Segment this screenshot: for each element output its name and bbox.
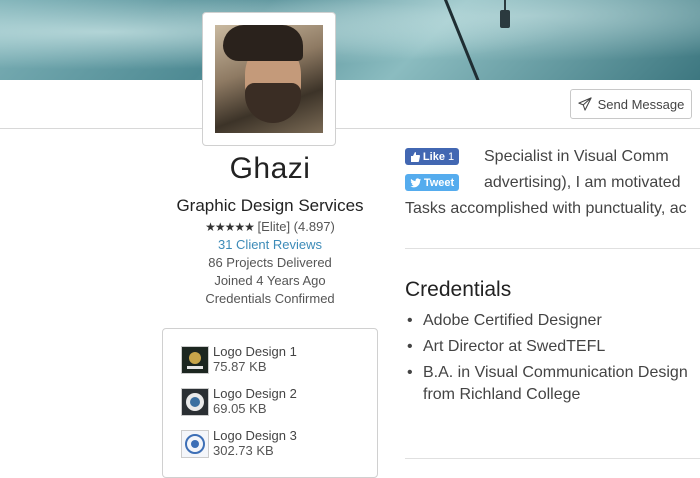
profile-name: Ghazi: [229, 152, 311, 185]
file-item[interactable]: Logo Design 2 69.05 KB: [181, 386, 361, 422]
avatar-frame: [202, 12, 336, 146]
client-reviews-link[interactable]: 31 Client Reviews: [168, 237, 372, 252]
tweet-button[interactable]: Tweet: [405, 174, 459, 191]
file-size: 69.05 KB: [213, 401, 267, 416]
joined-date: Joined 4 Years Ago: [214, 273, 326, 288]
file-name: Logo Design 3: [213, 428, 297, 443]
send-message-label: Send Message: [597, 96, 685, 112]
file-size: 302.73 KB: [213, 443, 274, 458]
file-thumbnail: [181, 346, 209, 374]
avatar: [215, 25, 323, 133]
twitter-bird-icon: [410, 177, 421, 187]
rating: ★★★★★ [Elite] (4.897): [168, 219, 372, 234]
avatar-beard: [245, 83, 301, 123]
bio-line-3: Tasks accomplished with punctuality, ac: [405, 200, 687, 217]
gondola: [500, 10, 510, 28]
paper-plane-icon: [577, 97, 592, 111]
credential-item: Art Director at SwedTEFL: [405, 336, 700, 358]
credentials-confirmed: Credentials Confirmed: [205, 291, 335, 306]
file-thumbnail: [181, 430, 209, 458]
credential-item: B.A. in Visual Communication Design from…: [405, 362, 700, 406]
credential-item: Adobe Certified Designer: [405, 310, 700, 332]
projects-delivered: 86 Projects Delivered: [208, 255, 332, 270]
file-thumbnail: [181, 388, 209, 416]
profile-tagline: Graphic Design Services: [176, 196, 364, 215]
like-label: Like: [422, 150, 445, 163]
tweet-label: Tweet: [423, 176, 455, 189]
cover-haze: [0, 0, 700, 80]
file-name: Logo Design 2: [213, 386, 297, 401]
send-message-button[interactable]: Send Message: [570, 89, 692, 119]
file-item[interactable]: Logo Design 1 75.87 KB: [181, 344, 361, 380]
star-rating-icon: ★★★★★: [205, 220, 255, 234]
section-divider: [405, 458, 700, 459]
cover-banner: [0, 0, 700, 80]
credentials-heading: Credentials: [405, 278, 512, 301]
avatar-hair: [223, 25, 303, 61]
bio-line-1: Specialist in Visual Comm: [484, 148, 669, 165]
thumbs-up-icon: [410, 151, 420, 162]
section-divider: [405, 248, 700, 249]
file-size: 75.87 KB: [213, 359, 267, 374]
bio-line-2: advertising), I am motivated: [484, 174, 681, 191]
facebook-like-button[interactable]: Like 1: [405, 148, 459, 165]
portfolio-files-box: Logo Design 1 75.87 KB Logo Design 2 69.…: [162, 328, 378, 478]
credentials-list: Adobe Certified Designer Art Director at…: [405, 310, 700, 410]
gondola-wire: [504, 0, 506, 10]
rating-text: [Elite] (4.897): [257, 219, 335, 234]
like-count: 1: [447, 150, 455, 163]
file-name: Logo Design 1: [213, 344, 297, 359]
file-item[interactable]: Logo Design 3 302.73 KB: [181, 428, 361, 464]
